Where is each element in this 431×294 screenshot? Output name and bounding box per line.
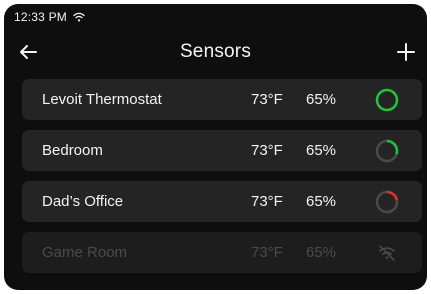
plus-icon — [397, 43, 415, 61]
sensor-humidity: 65% — [306, 91, 337, 108]
sensor-name: Bedroom — [42, 142, 103, 159]
sensor-temperature: 73°F — [251, 142, 283, 159]
status-ring-icon — [375, 88, 399, 112]
back-button[interactable] — [18, 42, 38, 62]
sensor-humidity: 65% — [306, 142, 337, 159]
wifi-off-icon — [375, 241, 399, 265]
page-title: Sensors — [179, 41, 252, 62]
status-ring-icon — [375, 190, 399, 214]
sensor-row[interactable]: Dad’s Office 73°F 65% — [22, 181, 422, 222]
status-ring-icon — [375, 139, 399, 163]
sensor-name: Dad’s Office — [42, 193, 124, 210]
sensor-humidity: 65% — [306, 193, 337, 210]
sensor-name: Game Room — [42, 244, 128, 261]
arrow-left-icon — [20, 45, 37, 59]
sensor-row[interactable]: Levoit Thermostat 73°F 65% — [22, 79, 422, 120]
sensor-humidity: 65% — [306, 244, 337, 261]
sensor-row[interactable]: Bedroom 73°F 65% — [22, 130, 422, 171]
sensor-list: Levoit Thermostat 73°F 65% Bedroom 73°F 65% Da… — [22, 79, 422, 283]
sensor-name: Levoit Thermostat — [42, 91, 162, 108]
sensor-temperature: 73°F — [251, 193, 283, 210]
sensor-temperature: 73°F — [251, 91, 283, 108]
add-sensor-button[interactable] — [395, 41, 417, 63]
header: Sensors — [4, 34, 427, 70]
status-time: 12:33 PM — [14, 10, 67, 24]
status-bar: 12:33 PM — [4, 4, 427, 30]
sensors-screen: 12:33 PM Sensors Levoit Thermostat 73°F 65… — [4, 4, 427, 290]
sensor-row[interactable]: Game Room 73°F 65% — [22, 232, 422, 273]
wifi-icon — [73, 12, 85, 22]
sensor-temperature: 73°F — [251, 244, 283, 261]
